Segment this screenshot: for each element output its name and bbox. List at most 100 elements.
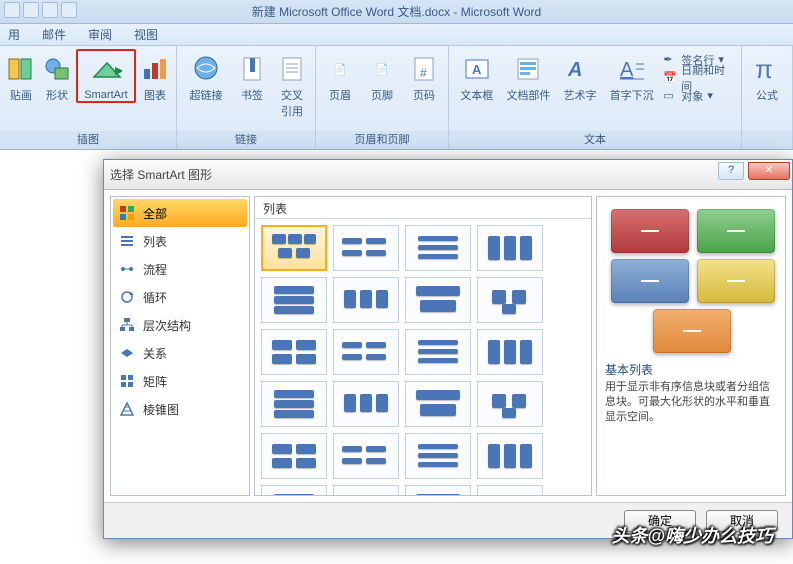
preview-description: 用于显示非有序信息块或者分组信息块。可最大化形状的水平和垂直显示空间。 bbox=[605, 380, 777, 425]
object-button[interactable]: ▭对象 ▾ bbox=[663, 87, 733, 104]
pagenum-icon: # bbox=[408, 53, 440, 85]
smartart-thumb[interactable] bbox=[477, 485, 543, 495]
list-icon bbox=[119, 233, 135, 249]
all-icon bbox=[119, 205, 135, 221]
textbox-icon: A bbox=[461, 53, 493, 85]
svg-text:A: A bbox=[472, 62, 482, 77]
category-hierarchy[interactable]: 层次结构 bbox=[113, 311, 247, 339]
window-title: 新建 Microsoft Office Word 文档.docx - Micro… bbox=[252, 3, 541, 20]
shapes-button[interactable]: 形状 bbox=[40, 49, 74, 103]
datetime-button[interactable]: 📅日期和时间 bbox=[663, 69, 733, 86]
smartart-thumb[interactable] bbox=[405, 381, 471, 427]
cycle-icon bbox=[119, 289, 135, 305]
smartart-thumb[interactable] bbox=[333, 329, 399, 375]
smartart-icon bbox=[90, 55, 122, 87]
gallery-grid[interactable] bbox=[255, 219, 591, 495]
smartart-thumb[interactable] bbox=[333, 277, 399, 323]
wordart-button[interactable]: A 艺术字 bbox=[556, 49, 604, 103]
smartart-thumb[interactable] bbox=[333, 485, 399, 495]
cancel-button[interactable]: 取消 bbox=[706, 510, 778, 532]
smartart-thumb[interactable] bbox=[405, 485, 471, 495]
smartart-thumb[interactable] bbox=[405, 225, 471, 271]
smartart-thumb[interactable] bbox=[477, 277, 543, 323]
smartart-thumb[interactable] bbox=[405, 329, 471, 375]
equation-button[interactable]: π 公式 bbox=[746, 49, 788, 103]
group-text: A 文本框 文档部件 A 艺术字 A 首字下沉 ✒签名行 ▾ 📅日期和时间 ▭对… bbox=[449, 46, 742, 149]
dialog-titlebar: 选择 SmartArt 图形 ? ✕ bbox=[104, 160, 792, 190]
ok-button[interactable]: 确定 bbox=[624, 510, 696, 532]
tab-view[interactable]: 视图 bbox=[134, 26, 158, 43]
qat-item[interactable] bbox=[4, 2, 20, 18]
qat-item[interactable] bbox=[42, 2, 58, 18]
gallery-heading: 列表 bbox=[255, 197, 591, 219]
gallery-pane: 列表 bbox=[254, 196, 592, 496]
qat-item[interactable] bbox=[61, 2, 77, 18]
smartart-thumb[interactable] bbox=[261, 485, 327, 495]
textbox-button[interactable]: A 文本框 bbox=[453, 49, 501, 103]
dialog-buttons: 确定 取消 bbox=[104, 502, 792, 538]
group-illustrations: 贴画 形状 SmartArt 图表 插图 bbox=[0, 46, 177, 149]
smartart-thumb[interactable] bbox=[477, 381, 543, 427]
clipart-button[interactable]: 贴画 bbox=[4, 49, 38, 103]
smartart-thumb[interactable] bbox=[261, 433, 327, 479]
hyperlink-icon bbox=[190, 53, 222, 85]
smartart-thumb[interactable] bbox=[261, 225, 327, 271]
clipart-icon bbox=[5, 53, 37, 85]
ribbon: 贴画 形状 SmartArt 图表 插图 超链接 bbox=[0, 46, 793, 150]
quickparts-button[interactable]: 文档部件 bbox=[503, 49, 555, 103]
footer-button[interactable]: 📄 页脚 bbox=[362, 49, 402, 103]
smartart-thumb[interactable] bbox=[405, 277, 471, 323]
tab-partial[interactable]: 用 bbox=[8, 26, 20, 43]
group-label: 插图 bbox=[0, 131, 176, 149]
svg-text:#: # bbox=[420, 66, 427, 80]
text-small-buttons: ✒签名行 ▾ 📅日期和时间 ▭对象 ▾ bbox=[659, 49, 737, 106]
header-button[interactable]: 📄 页眉 bbox=[320, 49, 360, 103]
hierarchy-icon bbox=[119, 317, 135, 333]
shapes-icon bbox=[41, 53, 73, 85]
smartart-thumb[interactable] bbox=[477, 329, 543, 375]
smartart-thumb[interactable] bbox=[333, 433, 399, 479]
quickparts-icon bbox=[512, 53, 544, 85]
chart-button[interactable]: 图表 bbox=[138, 49, 172, 103]
smartart-thumb[interactable] bbox=[261, 329, 327, 375]
crossref-button[interactable]: 交叉 引用 bbox=[273, 49, 311, 119]
bookmark-button[interactable]: 书签 bbox=[233, 49, 271, 103]
svg-text:π: π bbox=[755, 54, 773, 84]
dropcap-icon: A bbox=[616, 53, 648, 85]
dropcap-button[interactable]: A 首字下沉 bbox=[606, 49, 658, 103]
category-all[interactable]: 全部 bbox=[113, 199, 247, 227]
smartart-thumb[interactable] bbox=[333, 225, 399, 271]
smartart-thumb[interactable] bbox=[405, 433, 471, 479]
category-pyramid[interactable]: 棱锥图 bbox=[113, 395, 247, 423]
page-number-button[interactable]: # 页码 bbox=[404, 49, 444, 103]
svg-text:A: A bbox=[620, 59, 634, 81]
smartart-thumb[interactable] bbox=[333, 381, 399, 427]
category-relationship[interactable]: 关系 bbox=[113, 339, 247, 367]
category-cycle[interactable]: 循环 bbox=[113, 283, 247, 311]
titlebar: 新建 Microsoft Office Word 文档.docx - Micro… bbox=[0, 0, 793, 24]
close-button[interactable]: ✕ bbox=[748, 162, 790, 180]
ribbon-tabs: 用 邮件 审阅 视图 bbox=[0, 24, 793, 46]
footer-icon: 📄 bbox=[366, 53, 398, 85]
group-label bbox=[742, 131, 792, 149]
quick-access-toolbar bbox=[4, 2, 77, 18]
category-list: 全部 列表 流程 循环 层次结构 关系 矩阵 棱锥图 bbox=[110, 196, 250, 496]
preview-pane: 基本列表 用于显示非有序信息块或者分组信息块。可最大化形状的水平和垂直显示空间。 bbox=[596, 196, 786, 496]
smartart-thumb[interactable] bbox=[261, 381, 327, 427]
group-label: 文本 bbox=[449, 131, 741, 149]
smartart-button[interactable]: SmartArt bbox=[76, 49, 136, 103]
category-matrix[interactable]: 矩阵 bbox=[113, 367, 247, 395]
qat-item[interactable] bbox=[23, 2, 39, 18]
help-button[interactable]: ? bbox=[718, 162, 744, 180]
wordart-icon: A bbox=[564, 53, 596, 85]
smartart-thumb[interactable] bbox=[477, 225, 543, 271]
category-process[interactable]: 流程 bbox=[113, 255, 247, 283]
tab-review[interactable]: 审阅 bbox=[88, 26, 112, 43]
smartart-thumb[interactable] bbox=[261, 277, 327, 323]
category-list-item[interactable]: 列表 bbox=[113, 227, 247, 255]
dialog-title: 选择 SmartArt 图形 bbox=[110, 166, 212, 183]
smartart-thumb[interactable] bbox=[477, 433, 543, 479]
hyperlink-button[interactable]: 超链接 bbox=[181, 49, 231, 103]
group-links: 超链接 书签 交叉 引用 链接 bbox=[177, 46, 316, 149]
tab-mail[interactable]: 邮件 bbox=[42, 26, 66, 43]
